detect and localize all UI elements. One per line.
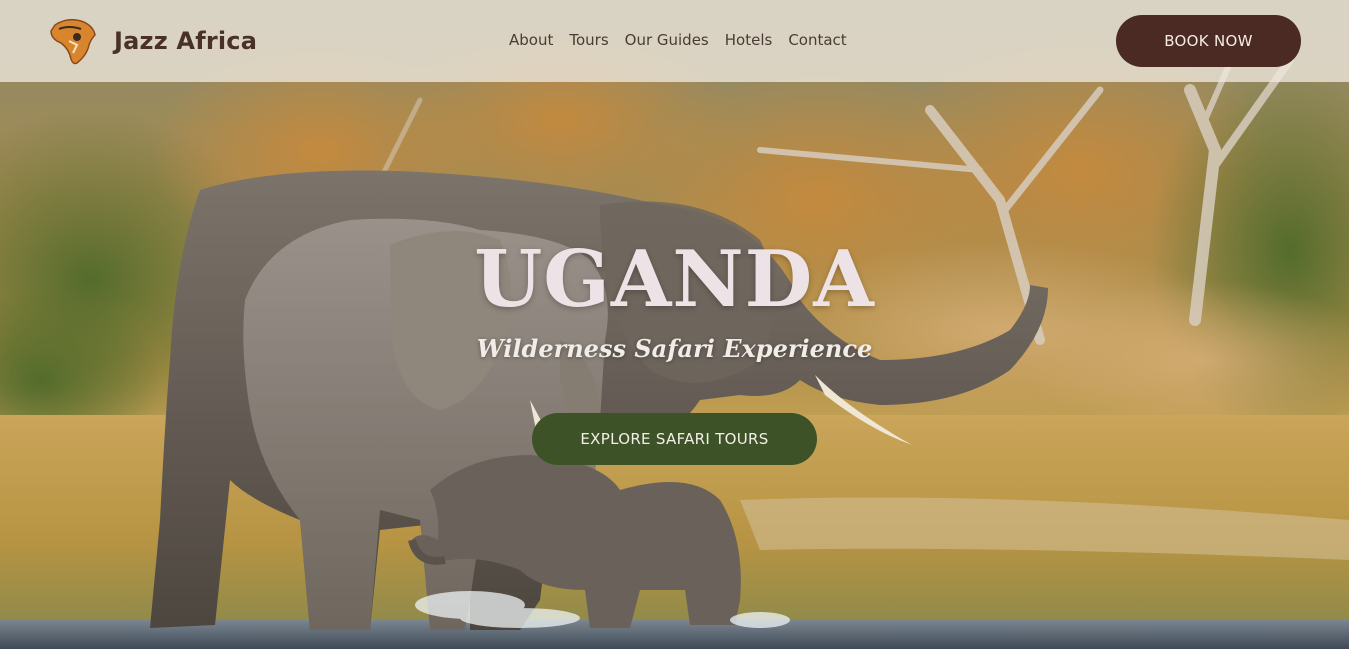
nav-contact[interactable]: Contact — [788, 31, 846, 49]
book-now-button[interactable]: BOOK NOW — [1116, 15, 1301, 67]
brand-name[interactable]: Jazz Africa — [114, 27, 257, 55]
main-nav: About Tours Our Guides Hotels Contact — [509, 31, 863, 49]
hero-subtitle: Wilderness Safari Experience — [476, 334, 873, 363]
site-header: Jazz Africa About Tours Our Guides Hotel… — [0, 0, 1349, 82]
nav-tours[interactable]: Tours — [569, 31, 608, 49]
nav-about[interactable]: About — [509, 31, 553, 49]
nav-our-guides[interactable]: Our Guides — [625, 31, 709, 49]
explore-safari-tours-button[interactable]: EXPLORE SAFARI TOURS — [532, 413, 817, 465]
nav-hotels[interactable]: Hotels — [725, 31, 773, 49]
africa-map-logo-icon[interactable] — [47, 15, 99, 67]
hero-title: UGANDA — [474, 234, 875, 325]
